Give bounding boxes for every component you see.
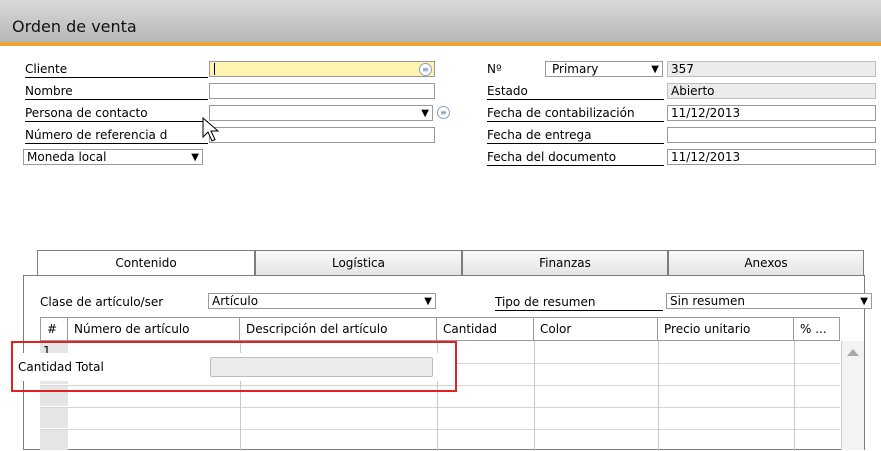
fecha-contab-field[interactable]: 11/12/2013 [667,105,876,121]
series-value: Primary [552,62,599,76]
column-divider [794,341,795,451]
column-divider [658,341,659,451]
resumen-dropdown[interactable]: Sin resumen ▼ [666,293,872,309]
text-cursor [214,63,215,75]
grid-vertical-scrollbar[interactable] [841,341,864,450]
tab-logistica[interactable]: Logística [255,250,462,276]
fecha-contab-value: 11/12/2013 [671,106,741,120]
series-dropdown[interactable]: Primary ▼ [545,61,663,77]
row-number-cell[interactable] [40,429,68,451]
tab-anexos[interactable]: Anexos [668,250,864,276]
clase-dropdown[interactable]: Artículo ▼ [208,293,436,309]
tab-finanzas[interactable]: Finanzas [462,250,668,276]
fecha-doc-label: Fecha del documento [487,150,617,164]
table-row[interactable] [40,407,840,408]
fecha-contab-label: Fecha de contabilización [487,106,635,120]
chevron-down-icon: ▼ [860,296,868,307]
moneda-value: Moneda local [27,150,107,164]
scroll-up-icon[interactable] [847,349,859,356]
contacto-label: Persona de contacto [25,106,148,120]
fecha-doc-field[interactable]: 11/12/2013 [667,149,876,165]
referencia-underline [25,143,208,144]
chevron-down-icon: ▼ [421,108,429,119]
moneda-dropdown[interactable]: Moneda local ▼ [23,149,203,165]
nombre-label: Nombre [25,84,73,98]
clase-value: Artículo [212,294,259,308]
chevron-down-icon: ▼ [191,152,199,163]
column-header-description[interactable]: Descripción del artículo [240,317,437,341]
table-row[interactable] [40,429,840,430]
fecha-doc-underline [487,165,664,166]
fecha-doc-value: 11/12/2013 [671,150,741,164]
chevron-down-icon: ▼ [651,64,659,75]
column-header-item-number[interactable]: Número de artículo [68,317,240,341]
link-arrow-icon[interactable]: ≡ [437,106,450,119]
row-number-cell[interactable] [40,407,68,429]
cliente-field[interactable]: ≡ [209,61,435,77]
column-header-number[interactable]: # [40,317,68,341]
referencia-field[interactable] [209,127,435,143]
resumen-value: Sin resumen [670,294,745,308]
column-header-unit-price[interactable]: Precio unitario [658,317,794,341]
column-header-discount[interactable]: % ... [794,317,840,341]
resumen-underline [495,310,663,311]
fecha-contab-underline [487,121,664,122]
tab-contenido[interactable]: Contenido [37,250,255,277]
estado-field: Abierto [667,83,876,99]
contacto-underline [25,121,208,122]
clase-label: Clase de artículo/ser [40,295,164,309]
estado-underline [487,99,664,100]
fecha-entrega-label: Fecha de entrega [487,128,592,142]
fecha-entrega-field[interactable] [667,127,876,143]
window-title: Orden de venta [12,17,137,36]
estado-value: Abierto [671,84,715,98]
contacto-dropdown[interactable]: ▼ [209,105,433,121]
column-header-color[interactable]: Color [534,317,658,341]
referencia-label: Número de referencia d [25,128,168,142]
chevron-down-icon: ▼ [424,296,432,307]
no-label: Nº [487,62,502,76]
fecha-entrega-underline [487,143,664,144]
doc-number-field: 357 [667,61,876,77]
highlight-box [11,341,457,392]
nombre-underline [25,99,208,100]
cliente-underline [25,77,208,78]
resumen-label: Tipo de resumen [495,295,596,309]
cliente-label: Cliente [25,62,68,76]
nombre-field[interactable] [209,83,435,99]
mouse-pointer-icon [202,117,220,142]
estado-label: Estado [487,84,528,98]
column-divider [534,341,535,451]
choose-from-list-icon[interactable]: ≡ [419,63,432,76]
doc-number-value: 357 [671,62,694,76]
column-header-quantity[interactable]: Cantidad [437,317,534,341]
